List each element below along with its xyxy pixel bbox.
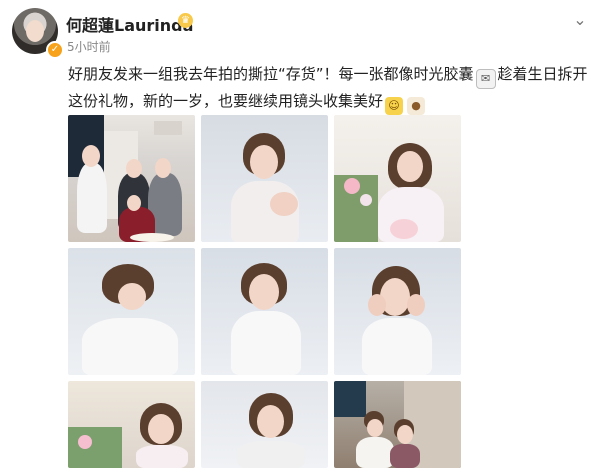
hand bbox=[270, 192, 298, 216]
post-text-part-1: 好朋友发来一组我去年拍的撕拉“存货”！每一张都像时光胶囊 bbox=[68, 65, 474, 83]
face bbox=[249, 274, 279, 310]
person-4-head bbox=[127, 195, 141, 211]
crown-icon: ♛ bbox=[178, 13, 193, 28]
photo-9[interactable] bbox=[334, 381, 461, 468]
person-1-shirt bbox=[356, 437, 394, 468]
white-flower bbox=[360, 194, 372, 206]
dress bbox=[136, 445, 188, 468]
painting bbox=[334, 381, 366, 417]
photo-2[interactable] bbox=[201, 115, 328, 242]
bouquet bbox=[68, 427, 122, 468]
table-top bbox=[130, 233, 174, 242]
face bbox=[397, 151, 423, 182]
white-shirt bbox=[82, 318, 178, 375]
person-2-head bbox=[126, 159, 142, 178]
face bbox=[148, 414, 174, 444]
post-header: ✓ 何超蓮Laurinda ♛ 5小时前 ⌄ bbox=[0, 0, 600, 60]
face bbox=[118, 283, 146, 310]
white-shirt bbox=[237, 441, 305, 468]
cake bbox=[390, 219, 418, 239]
user-name[interactable]: 何超蓮Laurinda bbox=[66, 12, 193, 36]
photo-7[interactable] bbox=[68, 381, 195, 468]
more-menu-icon[interactable]: ⌄ bbox=[570, 10, 590, 30]
post-text: 好朋友发来一组我去年拍的撕拉“存货”！每一张都像时光胶囊 ✉ 趁着生日拆开这份礼物，… bbox=[68, 62, 588, 115]
pink-flower bbox=[344, 178, 360, 194]
photo-grid bbox=[68, 115, 461, 468]
pink-flower bbox=[78, 435, 92, 449]
photo-1[interactable] bbox=[68, 115, 195, 242]
photo-8[interactable] bbox=[201, 381, 328, 468]
left-hand bbox=[368, 294, 386, 316]
smile-emoji-icon: ☺ bbox=[385, 97, 404, 115]
face bbox=[250, 145, 278, 179]
person-1-body bbox=[77, 163, 107, 233]
white-shirt bbox=[362, 318, 432, 375]
white-shirt bbox=[231, 311, 301, 375]
photo-3[interactable] bbox=[334, 115, 461, 242]
person-3-head bbox=[155, 158, 171, 178]
person-2-shirt bbox=[390, 444, 420, 468]
right-hand bbox=[407, 294, 425, 316]
person-1-head bbox=[82, 145, 100, 167]
mail-emoji-icon: ✉ bbox=[475, 69, 496, 89]
person-1-head bbox=[367, 419, 383, 437]
face bbox=[257, 405, 284, 438]
photo-6[interactable] bbox=[334, 248, 461, 375]
person-2-head bbox=[397, 425, 413, 444]
cake-emoji-icon: ● bbox=[407, 97, 426, 115]
photo-4[interactable] bbox=[68, 248, 195, 375]
post-time[interactable]: 5小时前 bbox=[67, 38, 111, 55]
avatar-face bbox=[26, 20, 44, 42]
photo-5[interactable] bbox=[201, 248, 328, 375]
air-vent bbox=[154, 121, 182, 135]
verified-badge-icon: ✓ bbox=[46, 41, 64, 59]
